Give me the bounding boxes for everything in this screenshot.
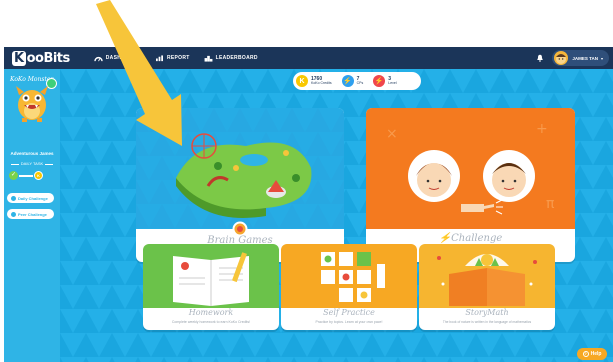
peer-challenge-button[interactable]: Peer Challenge: [7, 209, 54, 219]
self-practice-illustration: [281, 244, 417, 308]
nav-dashboard[interactable]: DASHBOARD: [94, 55, 141, 62]
leaderboard-icon: [204, 55, 213, 62]
level-lightning-icon: ⚡: [373, 75, 386, 87]
homework-card[interactable]: Homework Complete weekly homework to ear…: [143, 244, 279, 330]
peer-challenge-label: Peer Challenge: [18, 211, 47, 217]
koko-credits-icon: K: [296, 75, 308, 87]
report-icon: [155, 54, 163, 61]
storymath-card[interactable]: StoryMath The book of nature is written …: [419, 244, 555, 330]
homework-subtitle: Complete weekly homework to earn KoKo Cr…: [171, 320, 251, 324]
nav-dashboard-label: DASHBOARD: [105, 55, 141, 61]
koko-credits-stat[interactable]: K 1760 KoKo Credits: [296, 75, 332, 87]
self-practice-subtitle: Practice by topics. Learn at your own pa…: [315, 320, 383, 324]
chevron-down-icon: ▾: [600, 55, 603, 61]
koobits-logo[interactable]: KooBits: [12, 50, 70, 66]
challenge-title: ⚡Challenge: [438, 233, 503, 244]
challenge-card[interactable]: × + π ⚡Challenge Join competitions, chal…: [366, 108, 575, 262]
self-practice-card[interactable]: Self Practice Practice by topics. Learn …: [281, 244, 417, 330]
level-label: Level: [388, 80, 397, 85]
cps-label: CPs: [356, 80, 364, 85]
daily-task-progress: ✓ K: [9, 171, 43, 180]
task-progress-bar: [19, 174, 33, 177]
pencil-icon: [11, 195, 16, 201]
user-name: JAMES TAN: [572, 55, 598, 61]
brain-games-card[interactable]: Brain Games Give your brain a workout!: [136, 108, 344, 262]
nav-report-label: REPORT: [166, 55, 190, 61]
storymath-subtitle: The book of nature is written in the lan…: [442, 320, 532, 324]
svg-text:×: ×: [386, 126, 398, 142]
main-area: K 1760 KoKo Credits ⚡ 7 CPs ⚡ 3 Level Br…: [60, 69, 613, 362]
nav-leaderboard-label: LEADERBOARD: [215, 55, 258, 61]
help-label: Help: [590, 351, 602, 357]
homework-title: Homework: [188, 308, 234, 317]
brain-games-illustration: [136, 108, 344, 229]
self-practice-title: Self Practice: [323, 308, 375, 317]
lightning-icon: ⚡: [341, 75, 354, 87]
daily-task-label: DAILY TASK: [4, 161, 60, 166]
koko-credits-label: KoKo Credits: [311, 80, 332, 85]
check-icon: ✓: [9, 171, 18, 180]
avatar: [554, 51, 569, 65]
storymath-title: StoryMath: [465, 308, 509, 317]
peer-icon: [11, 211, 16, 217]
bell-icon[interactable]: [536, 54, 544, 62]
challenge-illustration: × + π: [366, 108, 575, 229]
player-title: Adventurous James: [10, 151, 54, 156]
sidebar: KoKo Monster Adventurous James DAILY TAS…: [4, 69, 60, 362]
navbar-right: JAMES TAN ▾: [536, 50, 609, 66]
stats-bar: K 1760 KoKo Credits ⚡ 7 CPs ⚡ 3 Level: [293, 72, 421, 90]
homework-illustration: [143, 244, 279, 308]
nav-leaderboard[interactable]: LEADERBOARD: [204, 55, 258, 62]
cps-stat[interactable]: ⚡ 7 CPs: [341, 75, 364, 87]
koko-monster-icon[interactable]: [14, 83, 50, 123]
daily-challenge-button[interactable]: Daily Challenge: [7, 193, 54, 203]
svg-text:+: +: [536, 121, 548, 137]
level-stat[interactable]: ⚡ 3 Level: [373, 75, 397, 87]
svg-text:π: π: [546, 196, 555, 212]
question-icon: ?: [582, 351, 589, 357]
user-menu[interactable]: JAMES TAN ▾: [552, 50, 609, 66]
koobits-home-screen: KooBits DASHBOARD REPORT LEADERBOARD JAM…: [0, 0, 613, 362]
help-button[interactable]: ? Help: [577, 348, 607, 360]
daily-challenge-label: Daily Challenge: [18, 195, 48, 201]
nav-report[interactable]: REPORT: [155, 54, 190, 62]
coin-icon: K: [34, 171, 43, 180]
storymath-illustration: [419, 244, 555, 308]
dashboard-icon: [94, 56, 103, 61]
top-navbar: KooBits DASHBOARD REPORT LEADERBOARD JAM…: [4, 47, 613, 69]
